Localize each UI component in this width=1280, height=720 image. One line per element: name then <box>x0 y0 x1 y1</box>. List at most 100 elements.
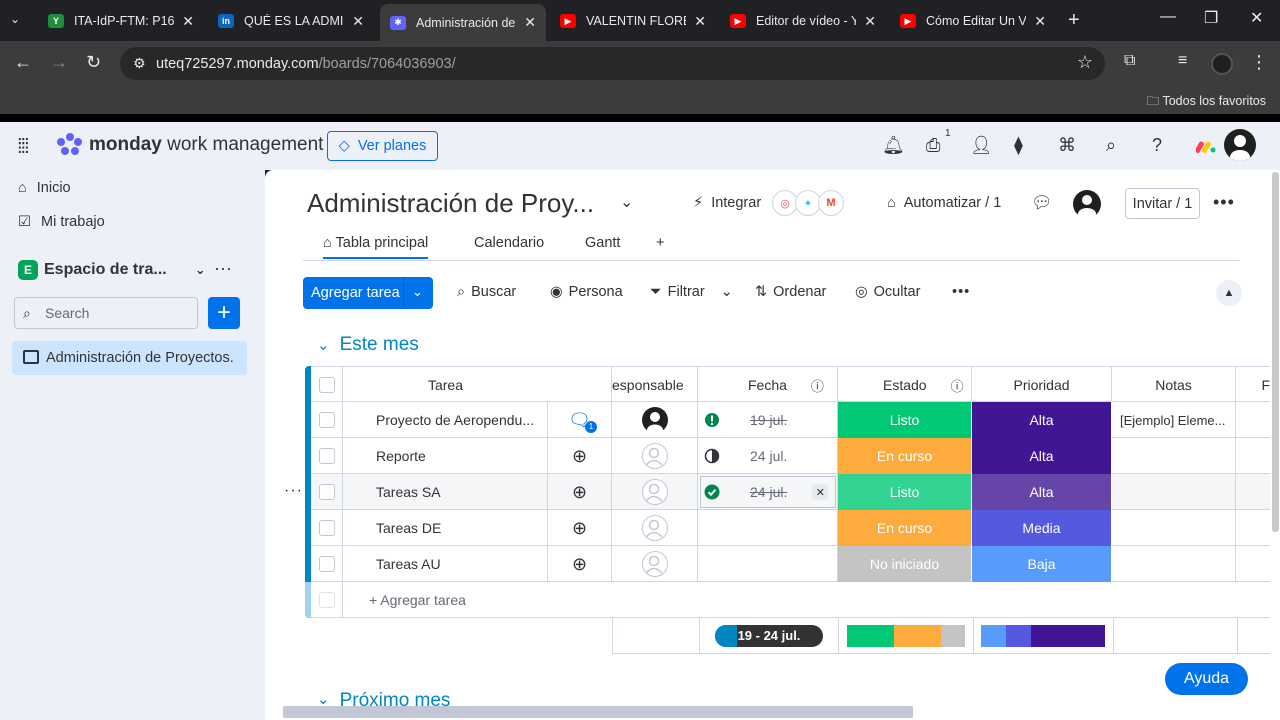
filtrar-button[interactable]: ⏷ Filtrar ⌄ <box>650 284 733 300</box>
add-update-icon[interactable]: ⊕ <box>572 446 587 467</box>
chevron-down-icon[interactable]: ⌄ <box>412 284 423 300</box>
bookmark-star-icon[interactable]: ☆ <box>1077 52 1093 73</box>
close-tab-icon[interactable]: ✕ <box>182 13 194 30</box>
close-tab-icon[interactable]: ✕ <box>524 14 536 31</box>
task-name[interactable]: Tareas AU <box>376 556 441 572</box>
add-update-icon[interactable]: ⊕ <box>572 482 587 503</box>
info-icon[interactable]: ⓘ <box>951 376 964 395</box>
extra-cell[interactable]: F <box>1236 367 1270 403</box>
notas-cell[interactable] <box>1112 546 1236 582</box>
task-name[interactable]: Tareas SA <box>376 484 441 500</box>
help-icon[interactable]: ? <box>1152 135 1162 156</box>
date-value[interactable]: 19 jul. <box>750 412 787 428</box>
buscar-button[interactable]: ⌕ Buscar <box>457 284 516 300</box>
upd-cell[interactable]: ⊕ <box>548 510 612 546</box>
upd-cell[interactable]: ⊕ <box>548 438 612 474</box>
extra-cell[interactable] <box>1236 546 1270 582</box>
empty-person-icon[interactable] <box>641 479 668 505</box>
resp-cell[interactable] <box>612 438 698 474</box>
ocultar-button[interactable]: ◎ Ocultar <box>855 284 920 300</box>
close-tab-icon[interactable]: ✕ <box>352 13 364 30</box>
task-name[interactable]: Tareas DE <box>376 520 441 536</box>
table-row[interactable]: Tareas AU ⊕ No iniciado Baja <box>311 546 1270 582</box>
tab-calendario[interactable]: Calendario <box>474 235 544 251</box>
fecha-cell[interactable] <box>698 510 838 546</box>
sidebar-item-inicio[interactable]: ⌂ Inicio <box>18 180 71 196</box>
close-tab-icon[interactable]: ✕ <box>694 13 706 30</box>
update-bubble-icon[interactable]: 🗨︎ 1 <box>568 410 597 433</box>
browser-tab[interactable]: ▶ VALENTIN FLORES ✕ <box>550 6 716 36</box>
monday-products-icon[interactable] <box>1196 139 1216 153</box>
prio-cell[interactable]: Alta <box>972 402 1112 438</box>
chevron-down-icon[interactable]: ⌄ <box>721 284 733 300</box>
new-tab-plus-icon[interactable]: + <box>1068 9 1080 32</box>
date-range-pill[interactable]: 19 - 24 jul. <box>715 625 823 647</box>
row-checkbox[interactable] <box>318 412 335 428</box>
estado-cell[interactable]: En curso <box>838 438 972 474</box>
empty-person-icon[interactable] <box>641 515 668 541</box>
browser-tab[interactable]: Y ITA-IdP-FTM: P16. ✕ <box>38 6 204 36</box>
chk-cell[interactable] <box>311 474 343 510</box>
persona-button[interactable]: ◉ Persona <box>550 284 623 300</box>
row-checkbox[interactable] <box>318 520 335 536</box>
tab-search-chevron-icon[interactable]: ⌄ <box>10 12 20 26</box>
row-checkbox[interactable] <box>318 448 335 464</box>
tarea-cell[interactable]: Tareas AU <box>343 546 548 582</box>
prio-cell[interactable]: Alta <box>972 474 1112 510</box>
profile-icon[interactable] <box>1211 53 1233 75</box>
notas-cell[interactable] <box>1112 474 1236 510</box>
board-more-icon[interactable]: ••• <box>1213 192 1235 213</box>
table-row[interactable]: Tareas DE ⊕ En curso Media <box>311 510 1270 546</box>
sidebar-item-mi-trabajo[interactable]: ☑ Mi trabajo <box>18 214 105 230</box>
add-update-icon[interactable]: ⊕ <box>572 518 587 539</box>
chk-cell[interactable] <box>311 402 343 438</box>
estado-cell[interactable]: Listo <box>838 474 972 510</box>
apps-puzzle-icon[interactable]: ⧫ <box>1014 135 1023 156</box>
board-title[interactable]: Administración de Proy... <box>307 188 594 219</box>
restore-icon[interactable]: ❐ <box>1204 8 1218 28</box>
notas-cell[interactable]: Notas <box>1112 367 1236 403</box>
notifications-bell-icon[interactable]: 🔔︎ <box>882 135 905 156</box>
resp-cell[interactable] <box>612 546 698 582</box>
ordenar-button[interactable]: ⇅ Ordenar <box>755 284 826 300</box>
extensions-icon[interactable]: ⧉ <box>1124 52 1135 70</box>
extra-cell[interactable] <box>1236 438 1270 474</box>
integrar-button[interactable]: ⚡︎ Integrar <box>693 195 761 211</box>
address-bar[interactable]: ⚙ uteq725297.monday.com/boards/706403690… <box>120 47 1105 80</box>
task-name[interactable]: Reporte <box>376 448 426 464</box>
notas-cell[interactable]: [Ejemplo] Eleme... <box>1112 402 1236 438</box>
notas-cell[interactable] <box>1112 510 1236 546</box>
upd-cell[interactable]: 🗨︎ 1 <box>548 402 612 438</box>
fecha-cell[interactable]: Fecha ⓘ <box>698 367 838 403</box>
automatizar-button[interactable]: ⌂ Automatizar / 1 <box>887 195 1001 211</box>
browser-tab[interactable]: ✱ Administración de ✕ <box>380 4 546 41</box>
date-value[interactable]: 24 jul. <box>750 484 787 500</box>
toolbar-more-icon[interactable]: ••• <box>952 284 970 300</box>
board-user-avatar[interactable] <box>1073 190 1101 220</box>
ver-planes-button[interactable]: ◇ Ver planes <box>327 131 438 161</box>
row-checkbox[interactable] <box>318 556 335 572</box>
horizontal-scrollbar[interactable] <box>283 706 913 718</box>
reload-icon[interactable]: ↻ <box>86 52 101 73</box>
user-avatar[interactable] <box>1224 129 1256 161</box>
site-info-icon[interactable]: ⚙ <box>133 55 146 72</box>
task-name[interactable]: Proyecto de Aeropendu... <box>376 412 534 428</box>
integration-apps[interactable]: ◎ ✦ M <box>772 190 844 216</box>
tab-tabla-principal[interactable]: ⌂ Tabla principal <box>323 235 429 259</box>
prioridad-summary-bar[interactable] <box>981 625 1105 647</box>
table-row[interactable]: Proyecto de Aeropendu... 🗨︎ 1 19 jul. Listo A… <box>311 402 1270 438</box>
fecha-cell[interactable]: 19 jul. <box>698 402 838 438</box>
upd-cell[interactable] <box>548 367 612 403</box>
resp-cell[interactable] <box>612 402 698 438</box>
vertical-scrollbar[interactable] <box>1272 172 1279 532</box>
extra-cell[interactable] <box>1236 402 1270 438</box>
extra-cell[interactable] <box>1236 510 1270 546</box>
app-grid-icon[interactable]: ⁞⁞⁞ <box>17 136 30 159</box>
tarea-cell[interactable]: Reporte <box>343 438 548 474</box>
table-row[interactable]: Tareas SA ⊕ 24 jul. ✕ Listo Alta <box>311 474 1270 510</box>
resp-cell[interactable]: esponsable <box>612 367 698 403</box>
chk-cell[interactable] <box>311 546 343 582</box>
table-header[interactable]: Tarea esponsable Fecha ⓘ Estado ⓘ Prioridad Not… <box>311 366 1270 403</box>
close-tab-icon[interactable]: ✕ <box>1034 13 1046 30</box>
select-all-checkbox[interactable] <box>318 377 335 393</box>
